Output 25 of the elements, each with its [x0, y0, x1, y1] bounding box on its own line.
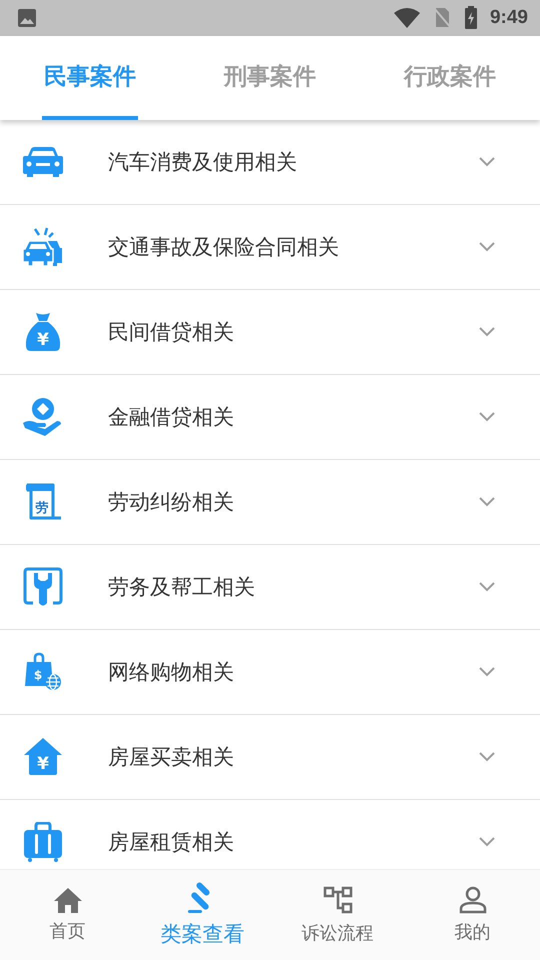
bag-glyph: $	[34, 668, 42, 682]
category-row[interactable]: ¥ 房屋买卖相关	[0, 715, 540, 800]
category-row[interactable]: ¥ 民间借贷相关	[0, 290, 540, 375]
category-label: 交通事故及保险合同相关	[108, 234, 340, 261]
currency-glyph: ¥	[37, 330, 49, 350]
clock-time: 9:49	[490, 7, 528, 29]
category-label: 民间借贷相关	[108, 319, 235, 346]
category-label: 房屋买卖相关	[108, 744, 235, 771]
category-label: 汽车消费及使用相关	[108, 149, 298, 176]
category-row[interactable]: 汽车消费及使用相关	[0, 120, 540, 205]
category-row[interactable]: 劳 劳动纠纷相关	[0, 460, 540, 545]
category-label: 金融借贷相关	[108, 404, 235, 431]
document-glyph: 劳	[36, 501, 48, 516]
nav-tab[interactable]: 首页	[0, 870, 135, 960]
category-label: 劳动纠纷相关	[108, 489, 235, 516]
currency-glyph: ¥	[37, 754, 49, 774]
category-row[interactable]: 交通事故及保险合同相关	[0, 205, 540, 290]
category-label: 房屋租赁相关	[108, 829, 235, 856]
nav-tab[interactable]: 诉讼流程	[270, 870, 405, 960]
category-label: 网络购物相关	[108, 659, 235, 686]
category-row[interactable]: $ 网络购物相关	[0, 630, 540, 715]
category-label: 劳务及帮工相关	[108, 574, 256, 601]
nav-tab[interactable]: 我的	[405, 870, 540, 960]
category-row[interactable]: 劳务及帮工相关	[0, 545, 540, 630]
category-row[interactable]: 金融借贷相关	[0, 375, 540, 460]
